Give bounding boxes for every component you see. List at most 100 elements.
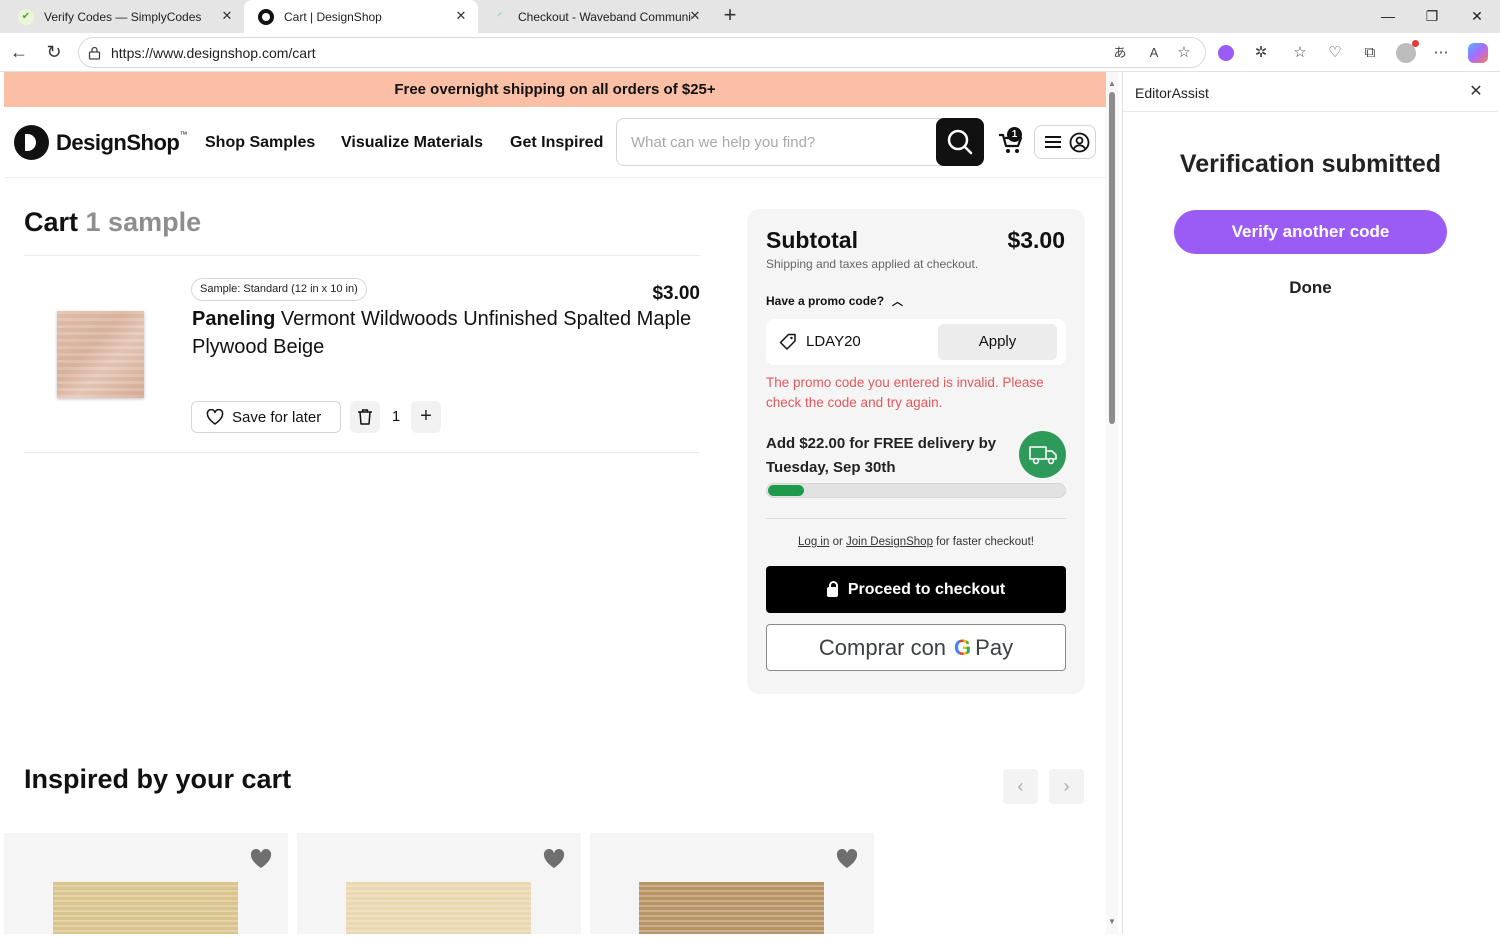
scroll-down-icon[interactable]: ▼ [1108,918,1116,926]
tab-verify-codes[interactable]: ✔ Verify Codes — SimplyCodes ✕ [4,0,244,33]
order-summary-card: Subtotal $3.00 Shipping and taxes applie… [747,209,1085,694]
search-input[interactable] [631,119,931,165]
profile-avatar[interactable] [1395,40,1419,64]
increase-quantity-button[interactable]: + [411,401,441,433]
product-card[interactable] [4,833,288,934]
heart-icon[interactable] [543,849,565,869]
promo-code-field[interactable]: LDAY20 Apply [766,319,1066,365]
tab-checkout[interactable]: ◜ Checkout - Waveband Communic ✕ [478,0,712,33]
checkout-label: Proceed to checkout [847,580,1006,598]
copilot-extension-icon[interactable] [1215,42,1237,64]
product-card[interactable] [297,833,581,934]
browser-essentials-icon[interactable]: ♡ [1324,42,1346,64]
free-delivery-progress-bar [766,483,1066,498]
done-button[interactable]: Done [1123,278,1498,298]
carousel-prev-button[interactable]: ‹ [1003,769,1038,804]
favorite-star-icon[interactable]: ☆ [1173,42,1195,64]
translate-icon[interactable]: あ [1109,42,1131,64]
nav-get-inspired[interactable]: Get Inspired [510,134,603,152]
site-header: DesignShop ™ Shop Samples Visualize Mate… [4,107,1106,178]
google-g-icon: G [954,634,972,660]
logo-text: DesignShop [56,129,180,155]
save-for-later-button[interactable]: Save for later [191,401,341,433]
nav-shop-samples[interactable]: Shop Samples [205,134,315,152]
subtotal-value: $3.00 [1007,227,1065,253]
heart-icon[interactable] [836,849,858,869]
lock-icon [88,46,101,60]
tab-title: Cart | DesignShop [284,9,382,24]
product-swatch [346,882,531,934]
logo-mark-icon [14,125,49,160]
item-price: $3.00 [652,283,700,304]
product-card[interactable] [590,833,874,934]
minimize-icon[interactable]: — [1378,6,1398,26]
scroll-thumb[interactable] [1109,92,1115,424]
verification-heading: Verification submitted [1179,150,1442,178]
editorassist-side-panel: EditorAssist ✕ Verification submitted Ve… [1122,72,1498,934]
restore-icon[interactable]: ❐ [1422,6,1442,26]
gpay-prefix: Comprar con [818,634,947,660]
subtotal-label: Subtotal [766,227,858,253]
web-page: Free overnight shipping on all orders of… [4,72,1106,934]
verify-another-code-button[interactable]: Verify another code [1174,210,1447,254]
search-button[interactable] [936,118,984,166]
lock-icon [826,580,838,597]
divider [766,518,1066,519]
heart-icon[interactable] [250,849,272,869]
designshop-icon [258,8,274,25]
promo-code-toggle[interactable]: Have a promo code? ︿ [766,293,903,309]
collections-icon[interactable]: ⧉ [1359,42,1381,64]
tab-title: Verify Codes — SimplyCodes [44,9,202,24]
refresh-icon[interactable]: ↻ [43,41,65,63]
page-scrollbar[interactable]: ▲ ▼ [1106,72,1118,934]
close-window-icon[interactable]: ✕ [1467,6,1487,26]
promo-error-message: The promo code you entered is invalid. P… [766,375,1044,410]
quantity-value: 1 [391,408,401,425]
hamburger-menu-icon [1045,136,1061,148]
logo-trademark: ™ [179,130,188,139]
shipping-tax-note: Shipping and taxes applied at checkout. [766,257,979,271]
cart-title-label: Cart [24,207,79,237]
search-icon [947,129,973,155]
cart-count-badge: 1 [1007,127,1022,142]
close-tab-icon[interactable]: ✕ [454,9,468,23]
carousel-next-button[interactable]: › [1049,769,1084,804]
proceed-to-checkout-button[interactable]: Proceed to checkout [766,566,1066,613]
simplycodes-icon: ✔ [18,8,34,25]
login-link[interactable]: Log in [798,536,829,548]
scroll-up-icon[interactable]: ▲ [1108,80,1116,88]
close-tab-icon[interactable]: ✕ [688,9,702,23]
google-pay-button[interactable]: Comprar con G Pay [766,624,1066,671]
item-title[interactable]: Paneling Vermont Wildwoods Unfinished Sp… [192,305,704,361]
product-thumbnail[interactable] [57,311,144,398]
promo-toggle-label: Have a promo code? [766,294,885,308]
back-icon[interactable]: ← [8,41,30,63]
tab-cart[interactable]: Cart | DesignShop ✕ [244,0,478,33]
promo-code-input[interactable]: LDAY20 [806,333,861,350]
apply-promo-button[interactable]: Apply [938,324,1057,360]
banner-text: Free overnight shipping on all orders of… [394,81,716,98]
remove-item-button[interactable] [350,401,380,433]
panel-title: EditorAssist [1135,85,1209,101]
nav-visualize-materials[interactable]: Visualize Materials [341,134,483,152]
read-aloud-icon[interactable]: A [1143,42,1165,64]
join-link[interactable]: Join DesignShop [846,536,933,548]
inspired-section-title: Inspired by your cart [24,764,292,794]
loading-icon: ◜ [498,11,502,22]
product-swatch [639,882,824,934]
search-box [616,118,984,166]
designshop-logo[interactable]: DesignShop ™ [14,125,187,160]
item-category: Paneling [192,308,276,330]
close-tab-icon[interactable]: ✕ [220,9,234,23]
more-options-icon[interactable]: ⋯ [1430,42,1452,64]
shipping-promo-banner: Free overnight shipping on all orders of… [4,72,1106,107]
menu-account-button[interactable] [1034,125,1096,159]
heart-outline-icon [206,409,224,425]
copilot-icon[interactable] [1467,42,1489,64]
login-suffix-text: for faster checkout! [936,536,1034,548]
close-panel-icon[interactable]: ✕ [1466,82,1486,102]
extensions-icon[interactable]: ✲ [1250,42,1272,64]
address-bar[interactable]: https://www.designshop.com/cart あ A ☆ [78,37,1206,68]
favorites-icon[interactable]: ☆ [1289,42,1311,64]
new-tab-button[interactable]: + [718,4,742,28]
